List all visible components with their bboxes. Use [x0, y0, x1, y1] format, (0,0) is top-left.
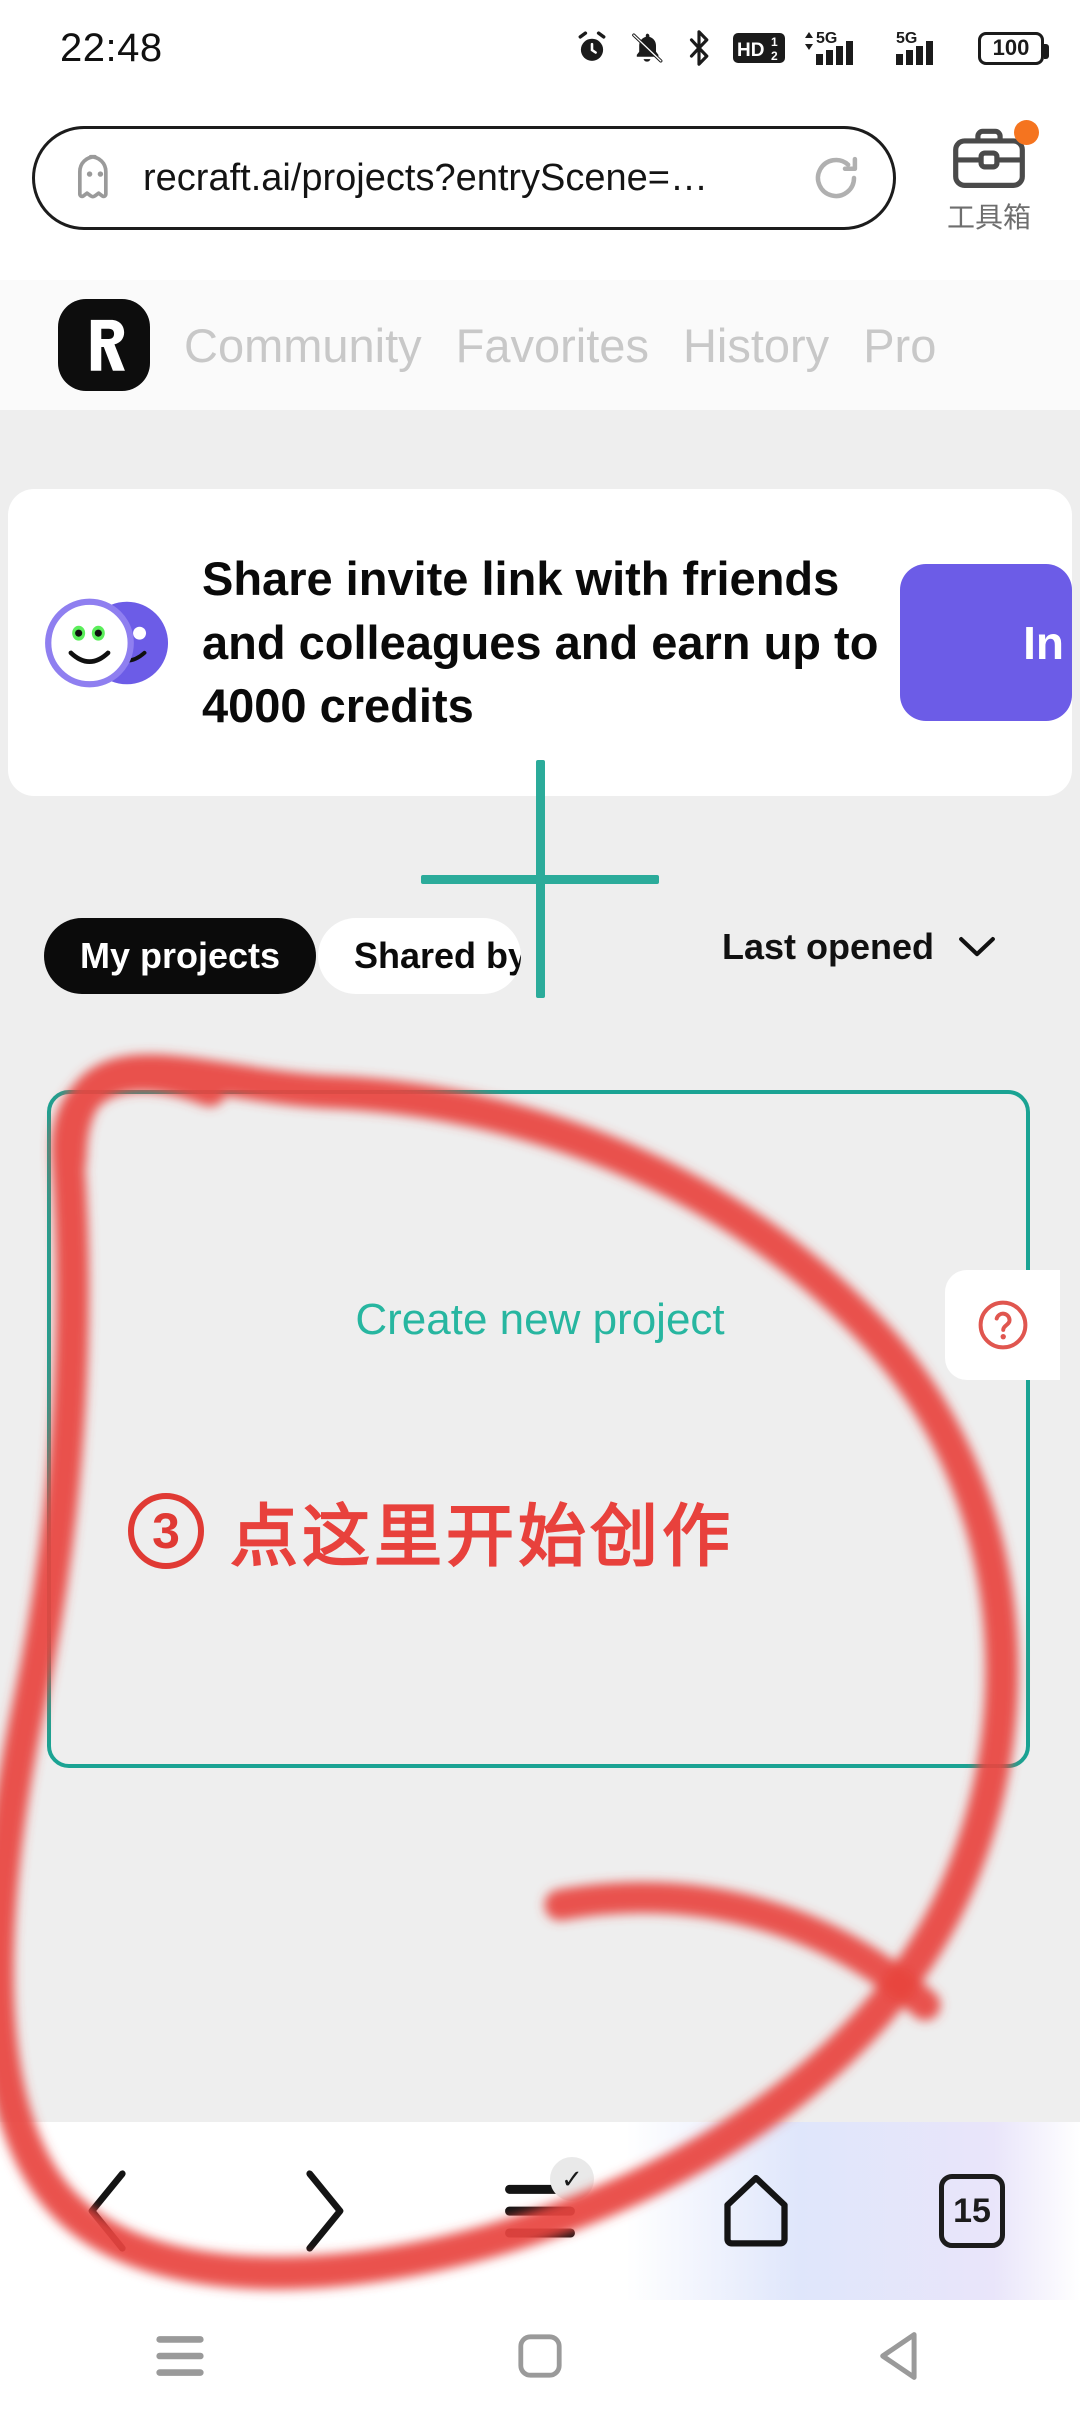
url-text: recraft.ai/projects?entryScene=…	[143, 156, 708, 199]
screen-root: 22:48 HD 1 2 5G 5G 100 recraft.ai/projec…	[0, 0, 1080, 2412]
browser-home-button[interactable]	[676, 2151, 836, 2271]
site-tab-projects[interactable]: Pro	[863, 318, 936, 373]
svg-text:HD: HD	[737, 40, 764, 61]
svg-text:5G: 5G	[896, 30, 917, 47]
incognito-ghost-icon	[77, 154, 108, 199]
recents-icon	[156, 2336, 204, 2376]
svg-text:5G: 5G	[816, 30, 837, 47]
two-smiley-faces-icon	[45, 598, 169, 687]
toolbox-badge-dot	[1014, 120, 1039, 145]
alarm-icon	[578, 31, 606, 61]
sort-dropdown[interactable]: Last opened	[722, 926, 996, 968]
tab-count-badge: 15	[939, 2174, 1005, 2248]
home-square-icon	[518, 2334, 562, 2378]
sort-label: Last opened	[722, 926, 935, 967]
browser-menu-button[interactable]: ✓	[460, 2151, 620, 2271]
invite-button[interactable]: In	[900, 564, 1072, 721]
android-system-nav	[0, 2300, 1080, 2412]
signal-5g-secondary-icon: 5G	[896, 30, 933, 65]
chevron-right-icon	[306, 2170, 344, 2252]
annotation-step-text: 点这里开始创作	[230, 1498, 735, 1577]
browser-tabs-button[interactable]: 15	[892, 2151, 1052, 2271]
recraft-logo[interactable]	[58, 299, 150, 391]
annotation-step-number: 3	[128, 1492, 204, 1569]
svg-text:2: 2	[771, 49, 778, 63]
reload-icon[interactable]	[809, 151, 863, 205]
menu-check-badge: ✓	[550, 2157, 594, 2201]
chevron-left-icon	[88, 2170, 126, 2252]
status-bar-clock: 22:48	[60, 25, 163, 70]
site-tab-history[interactable]: History	[683, 318, 829, 373]
signal-5g-primary-icon: 5G	[805, 30, 853, 65]
svg-text:1: 1	[771, 35, 778, 49]
battery-level-text: 100	[992, 35, 1030, 60]
battery-icon: 100	[978, 31, 1049, 65]
site-tab-favorites[interactable]: Favorites	[456, 318, 649, 373]
system-back-button[interactable]	[830, 2316, 970, 2396]
question-mark-circle-icon	[978, 1300, 1027, 1350]
toolbox-button[interactable]: 工具箱	[914, 120, 1064, 236]
system-recents-button[interactable]	[110, 2316, 250, 2396]
invite-banner: Share invite link with friends and colle…	[8, 489, 1072, 796]
home-icon	[724, 2174, 788, 2247]
bell-muted-icon	[632, 33, 663, 63]
annotation-step-label: 3 点这里开始创作	[128, 1481, 734, 1580]
browser-bottom-nav: ✓ 15	[0, 2122, 1080, 2300]
url-input[interactable]: recraft.ai/projects?entryScene=…	[32, 126, 896, 230]
chevron-down-icon	[959, 937, 995, 957]
browser-forward-button[interactable]	[244, 2151, 404, 2271]
browser-url-bar-row: recraft.ai/projects?entryScene=… 工具箱	[0, 96, 1080, 280]
status-bar-icons: HD 1 2 5G 5G 100	[574, 28, 1049, 68]
help-button[interactable]	[945, 1270, 1060, 1380]
invite-banner-headline: Share invite link with friends and colle…	[202, 551, 879, 733]
create-new-project-card[interactable]	[47, 1090, 1030, 1768]
site-tab-strip: Community Favorites History Pro	[0, 280, 1080, 410]
toolbox-label: 工具箱	[946, 202, 1031, 233]
site-tab-community[interactable]: Community	[184, 318, 422, 373]
create-new-project-label: Create new project	[355, 1295, 725, 1344]
bluetooth-icon	[689, 30, 709, 66]
browser-back-button[interactable]	[28, 2151, 188, 2271]
hd-volte-icon: HD 1 2	[733, 33, 785, 63]
recraft-logo-glyph	[90, 319, 125, 371]
status-bar: 22:48 HD 1 2 5G 5G 100	[0, 0, 1080, 96]
page-content: Share invite link with friends and colle…	[0, 410, 1080, 2122]
system-home-button[interactable]	[470, 2316, 610, 2396]
plus-icon	[421, 760, 659, 998]
filter-my-projects[interactable]: My projects	[44, 918, 317, 994]
back-triangle-icon	[880, 2332, 917, 2380]
